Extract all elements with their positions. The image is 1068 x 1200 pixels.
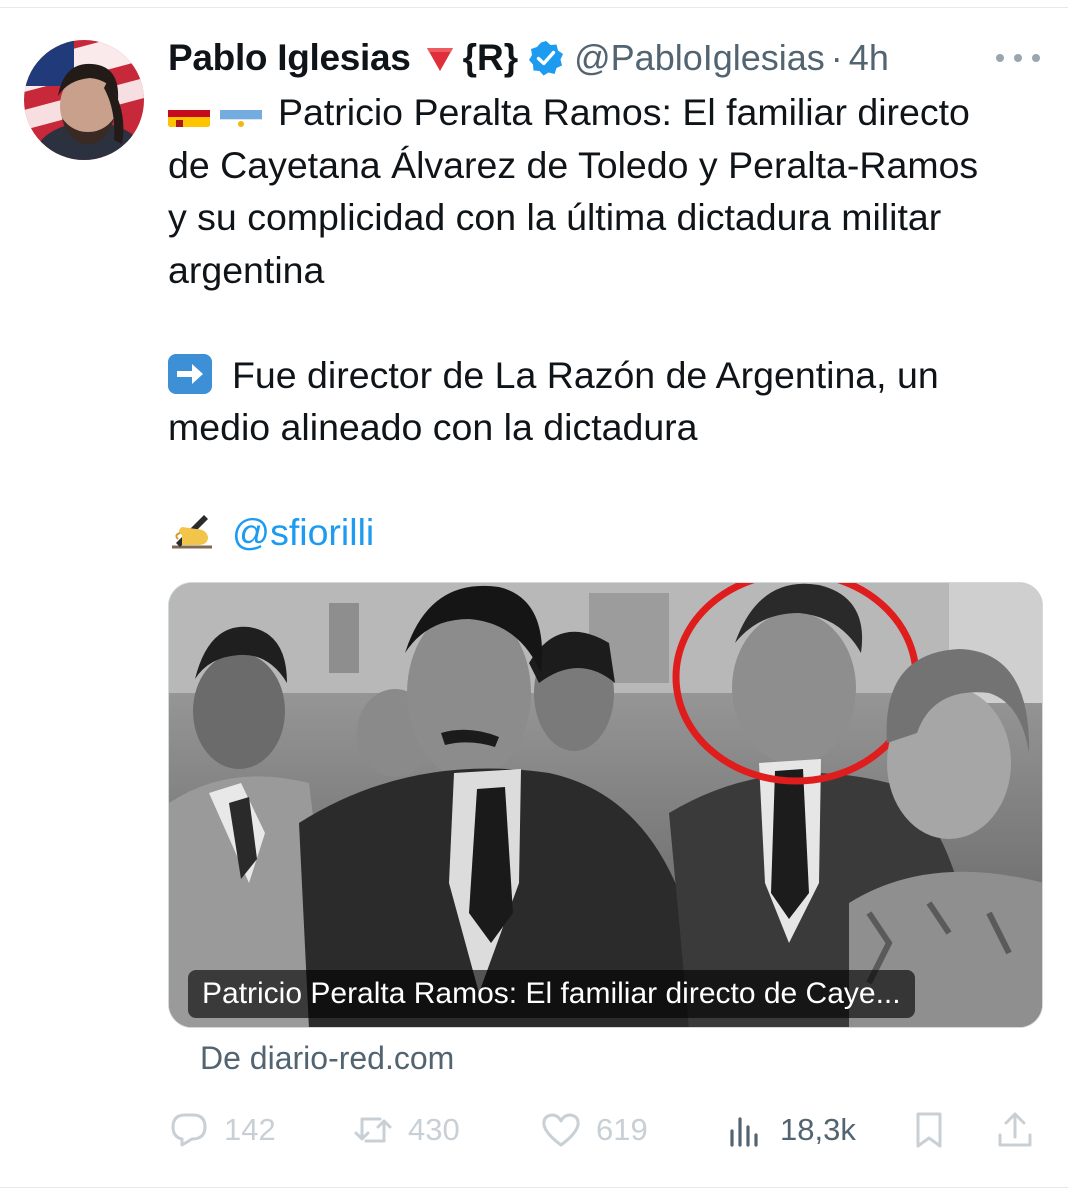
reply-button[interactable]: 142 xyxy=(168,1102,276,1158)
like-count: 619 xyxy=(596,1112,648,1147)
author-name[interactable]: Pablo Iglesias xyxy=(168,37,411,79)
card-caption: Patricio Peralta Ramos: El familiar dire… xyxy=(188,970,915,1018)
repost-count: 430 xyxy=(408,1112,460,1147)
views-count: 18,3k xyxy=(780,1112,856,1147)
link-card-image[interactable] xyxy=(168,582,1043,1028)
share-icon xyxy=(998,1112,1032,1147)
verified-badge-icon[interactable] xyxy=(528,40,564,76)
author-avatar[interactable] xyxy=(24,40,144,160)
share-button[interactable] xyxy=(994,1102,1036,1158)
repost-icon xyxy=(354,1117,392,1143)
tweet-line: argentina xyxy=(168,248,325,291)
bookmark-icon xyxy=(916,1112,942,1148)
views-icon xyxy=(730,1117,758,1147)
tweet-actions: 142 430 619 18,3k xyxy=(168,1102,1048,1158)
top-divider xyxy=(0,0,1068,8)
tweet-timestamp[interactable]: 4h xyxy=(849,37,889,79)
bookmark-button[interactable] xyxy=(908,1102,950,1158)
author-handle[interactable]: @PabloIglesias xyxy=(574,37,825,79)
separator-dot: · xyxy=(830,37,843,78)
card-source[interactable]: De diario-red.com xyxy=(200,1040,454,1077)
author-tag: {R} xyxy=(462,37,519,78)
writing-hand-icon xyxy=(168,509,218,553)
right-arrow-icon xyxy=(168,353,212,394)
tweet-body: Patricio Peralta Ramos: El familiar dire… xyxy=(168,86,1053,559)
argentina-flag-icon xyxy=(220,99,262,127)
spain-flag-icon xyxy=(168,99,210,127)
more-icon[interactable] xyxy=(996,40,1040,76)
tweet-line: medio alineado con la dictadura xyxy=(168,406,698,448)
tweet-line: de Cayetana Álvarez de Toledo y Peralta-… xyxy=(168,143,979,186)
repost-button[interactable]: 430 xyxy=(352,1102,460,1158)
tweet-line: y su complicidad con la última dictadura… xyxy=(168,196,942,238)
tweet-line: Fue director de La Razón de Argentina, u… xyxy=(232,353,939,396)
reply-icon xyxy=(171,1113,207,1147)
red-triangle-icon xyxy=(426,48,453,71)
like-button[interactable]: 619 xyxy=(540,1102,648,1158)
tweet-line: Patricio Peralta Ramos: El familiar dire… xyxy=(278,91,970,133)
reply-count: 142 xyxy=(224,1112,276,1147)
like-icon xyxy=(542,1113,580,1147)
bottom-divider xyxy=(0,1187,1068,1188)
views-button[interactable]: 18,3k xyxy=(724,1102,856,1158)
tweet-header: Pablo Iglesias {R} @PabloIglesias · 4h xyxy=(168,30,1048,86)
mention-link[interactable]: @sfiorilli xyxy=(232,511,374,553)
